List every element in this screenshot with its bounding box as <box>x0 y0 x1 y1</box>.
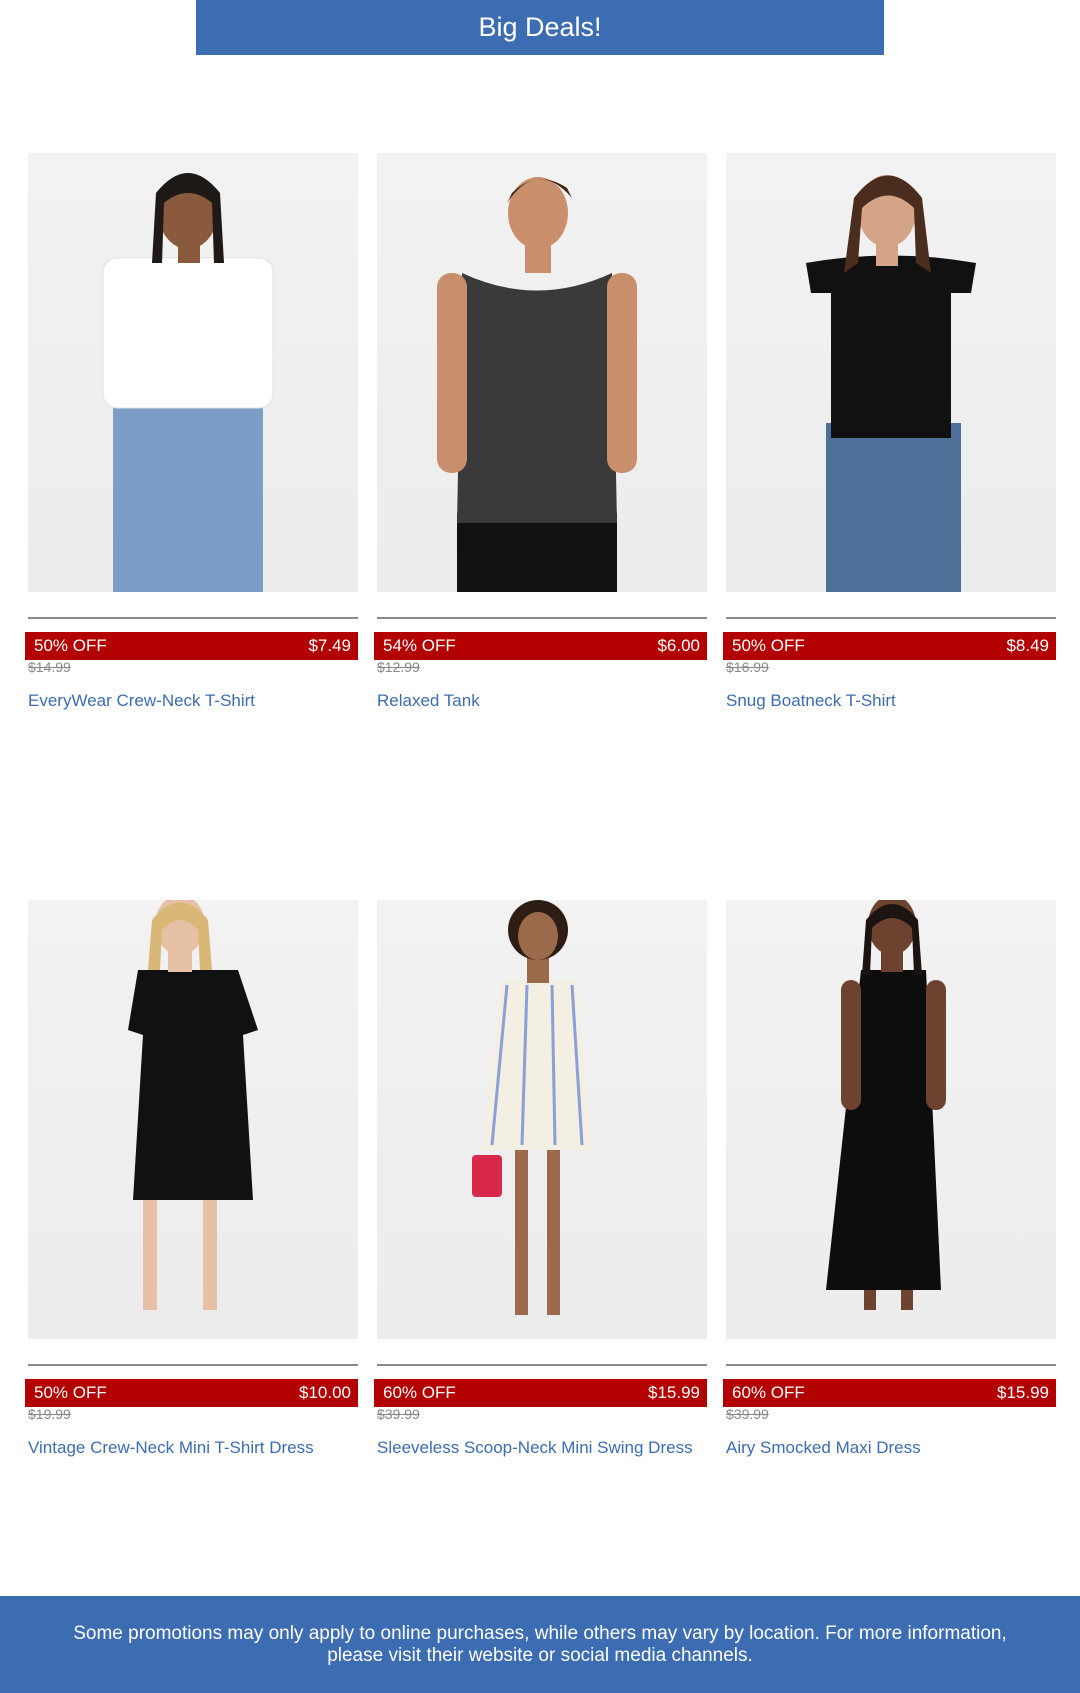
product-image[interactable] <box>377 153 707 592</box>
disclaimer-footer: Some promotions may only apply to online… <box>0 1596 1080 1693</box>
sale-price: $8.49 <box>1006 636 1049 655</box>
page-title-banner: Big Deals! <box>196 0 884 55</box>
product-image[interactable] <box>28 900 358 1339</box>
discount-label: 50% OFF <box>34 636 107 655</box>
divider <box>726 617 1056 619</box>
product-name-link[interactable]: Relaxed Tank <box>377 691 480 711</box>
disclaimer-text: Some promotions may only apply to online… <box>73 1622 1007 1666</box>
product-name-link[interactable]: EveryWear Crew-Neck T-Shirt <box>28 691 255 711</box>
product-image[interactable] <box>377 900 707 1339</box>
product-image[interactable] <box>28 153 358 592</box>
original-price: $12.99 <box>377 659 420 675</box>
original-price: $14.99 <box>28 659 71 675</box>
product-name-link[interactable]: Vintage Crew-Neck Mini T-Shirt Dress <box>28 1438 314 1458</box>
product-name-link[interactable]: Airy Smocked Maxi Dress <box>726 1438 921 1458</box>
deal-bar: 50% OFF $8.49 <box>723 632 1056 660</box>
original-price: $39.99 <box>726 1406 769 1422</box>
sale-price: $15.99 <box>648 1383 700 1402</box>
product-name-link[interactable]: Snug Boatneck T-Shirt <box>726 691 896 711</box>
original-price: $19.99 <box>28 1406 71 1422</box>
discount-label: 54% OFF <box>383 636 456 655</box>
sale-price: $6.00 <box>657 636 700 655</box>
discount-label: 60% OFF <box>732 1383 805 1402</box>
divider <box>28 617 358 619</box>
deal-bar: 54% OFF $6.00 <box>374 632 707 660</box>
divider <box>377 617 707 619</box>
discount-label: 60% OFF <box>383 1383 456 1402</box>
discount-label: 50% OFF <box>34 1383 107 1402</box>
product-name-link[interactable]: Sleeveless Scoop-Neck Mini Swing Dress <box>377 1438 693 1458</box>
discount-label: 50% OFF <box>732 636 805 655</box>
product-image[interactable] <box>726 153 1056 592</box>
divider <box>726 1364 1056 1366</box>
page-title: Big Deals! <box>478 12 602 42</box>
original-price: $39.99 <box>377 1406 420 1422</box>
sale-price: $10.00 <box>299 1383 351 1402</box>
deal-bar: 50% OFF $7.49 <box>25 632 358 660</box>
sale-price: $7.49 <box>308 636 351 655</box>
divider <box>377 1364 707 1366</box>
deal-bar: 60% OFF $15.99 <box>723 1379 1056 1407</box>
divider <box>28 1364 358 1366</box>
original-price: $16.99 <box>726 659 769 675</box>
deal-bar: 50% OFF $10.00 <box>25 1379 358 1407</box>
deal-bar: 60% OFF $15.99 <box>374 1379 707 1407</box>
sale-price: $15.99 <box>997 1383 1049 1402</box>
product-image[interactable] <box>726 900 1056 1339</box>
